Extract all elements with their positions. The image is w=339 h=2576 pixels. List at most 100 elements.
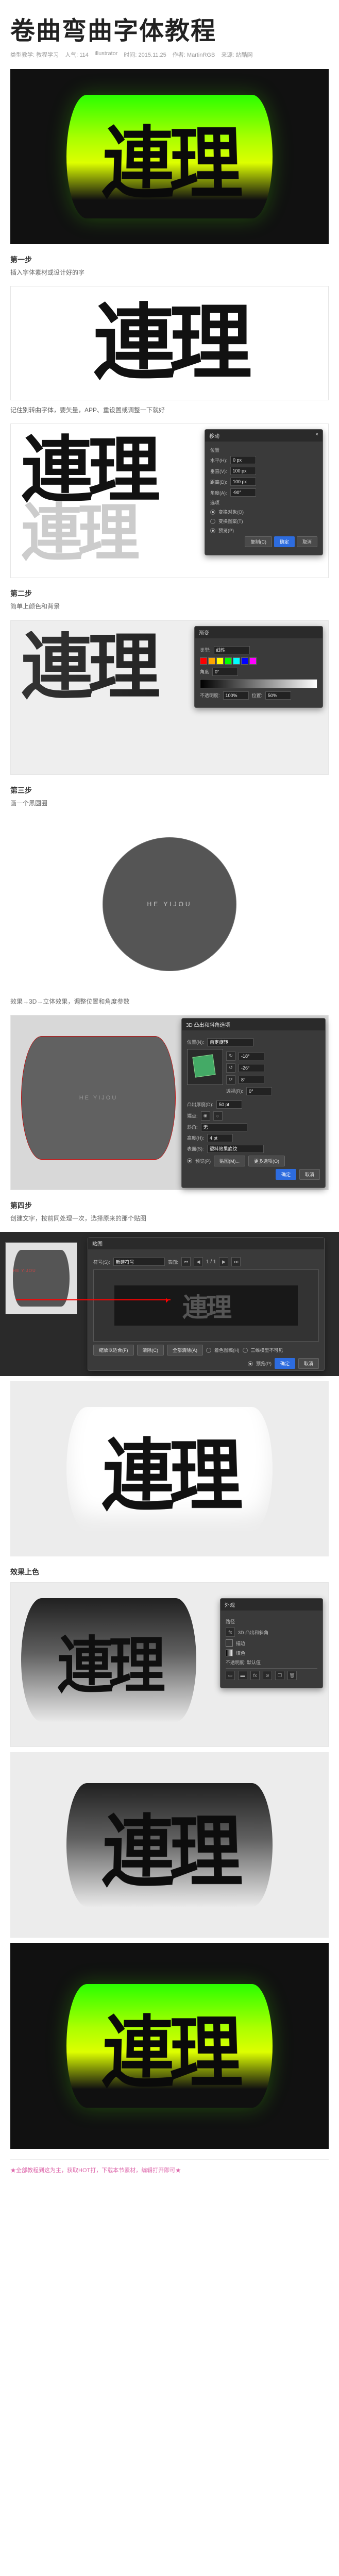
invisible-check[interactable] — [243, 1348, 248, 1353]
clear-appearance-icon[interactable]: ⊘ — [263, 1671, 272, 1680]
map-canvas[interactable]: 連理 — [93, 1269, 319, 1342]
preview-check[interactable] — [210, 528, 215, 533]
angle-input[interactable] — [230, 488, 256, 497]
flat-text-block: 連理 — [10, 286, 329, 400]
appearance-row-stroke[interactable]: 描边 — [226, 1639, 317, 1647]
grad-loc-input[interactable] — [265, 691, 291, 700]
gradient-dialog: 渐变 类型: 角度 — [194, 626, 323, 708]
revolve-dialog: 3D 凸出和斜角选项 位置(N): ↻ ↺ ⟳ 透视(R): — [181, 1018, 326, 1188]
opt1-radio[interactable] — [210, 510, 215, 515]
gradient-dialog-title: 渐变 — [199, 629, 209, 636]
rev-bevel-select[interactable] — [201, 1123, 247, 1131]
more-button[interactable]: 更多选项(O) — [248, 1156, 285, 1166]
swatch-red[interactable] — [200, 657, 207, 665]
y-axis-icon: ↺ — [226, 1063, 235, 1073]
surface-counter: 1 / 1 — [206, 1259, 216, 1265]
appearance-row-opacity[interactable]: 不透明度: 默认值 — [226, 1659, 317, 1666]
appearance-dialog: 外观 路径 fx3D 凸出和斜角 描边 填色 不透明度: 默认值 ▭ ▬ fx … — [220, 1598, 323, 1688]
rev-surface-select[interactable] — [207, 1145, 264, 1153]
map-ok-button[interactable]: 确定 — [275, 1358, 295, 1369]
swatch-green[interactable] — [225, 657, 232, 665]
appearance-row-3d[interactable]: fx3D 凸出和斜角 — [226, 1628, 317, 1637]
step2-desc: 简单上颜色和背景 — [10, 602, 329, 612]
circle-preview: HE YIJOU — [10, 817, 329, 992]
add-stroke-icon[interactable]: ▭ — [226, 1671, 235, 1680]
rev-pos-select[interactable] — [207, 1038, 253, 1046]
page-title: 卷曲弯曲字体教程 — [10, 10, 329, 46]
map-preview-check[interactable] — [248, 1361, 253, 1366]
map-symbol-select[interactable] — [113, 1258, 165, 1266]
step5-label: 效果上色 — [10, 1567, 329, 1577]
h-input[interactable] — [230, 456, 256, 464]
cap-on-icon[interactable]: ◉ — [201, 1111, 210, 1121]
gradient-ramp[interactable] — [200, 679, 317, 688]
note1: 记住别转曲字体，要矢量，APP、重设置或调整一下就好 — [10, 405, 329, 415]
grad-loc-label: 位置: — [252, 692, 263, 699]
cap-off-icon[interactable]: ○ — [213, 1111, 223, 1121]
opt2-radio[interactable] — [210, 519, 215, 524]
ok-button[interactable]: 确定 — [274, 536, 295, 547]
v-input[interactable] — [230, 467, 256, 475]
step1-desc: 插入字体素材或设计好的字 — [10, 268, 329, 278]
step4-desc: 创建文字，按前同处理一次，选择原来的那个贴图 — [10, 1214, 329, 1224]
fill-swatch[interactable] — [226, 1649, 233, 1656]
clear-button[interactable]: 清除(C) — [137, 1345, 164, 1355]
swatch-orange[interactable] — [208, 657, 215, 665]
rev-cancel-button[interactable]: 取消 — [299, 1169, 320, 1180]
map-dialog-title: 贴图 — [92, 1240, 103, 1247]
annotation-arrow — [16, 1299, 171, 1300]
add-fx-icon[interactable]: fx — [250, 1671, 260, 1680]
clear-all-button[interactable]: 全部清除(A) — [167, 1345, 203, 1355]
rev-extrude-input[interactable] — [216, 1100, 242, 1109]
move-screenshot: 連理 連理 移动 × 位置 水平(H): 垂直(V): 距离(D): — [10, 423, 329, 578]
copy-button[interactable]: 复制(C) — [245, 536, 272, 547]
surface-last-icon[interactable]: ⏭ — [231, 1257, 241, 1266]
curved-bw-2: 連理 — [10, 1752, 329, 1938]
swatch-cyan[interactable] — [233, 657, 240, 665]
rev-y-input[interactable] — [239, 1064, 264, 1072]
rev-ok-button[interactable]: 确定 — [276, 1169, 296, 1180]
rotation-cube[interactable] — [187, 1049, 223, 1085]
move-dialog: 移动 × 位置 水平(H): 垂直(V): 距离(D): 角度(A) — [205, 429, 323, 555]
grad-type-label: 类型: — [200, 647, 211, 653]
grad-opacity-input[interactable] — [223, 691, 249, 700]
step2-label: 第二步 — [10, 588, 329, 599]
surface-next-icon[interactable]: ▶ — [219, 1257, 228, 1266]
add-fill-icon[interactable]: ▬ — [238, 1671, 247, 1680]
rev-x-input[interactable] — [239, 1052, 264, 1060]
step3-desc: 画一个黑圆圈 — [10, 799, 329, 808]
meta-bar: 类型教学: 教程学习 人气: 114 illustrator 时间: 2015.… — [10, 50, 329, 59]
duplicate-icon[interactable]: ❐ — [275, 1671, 284, 1680]
appearance-row-path[interactable]: 路径 — [226, 1618, 317, 1625]
curved-bw-1: 連理 — [10, 1381, 329, 1556]
grad-type-select[interactable] — [214, 646, 250, 654]
appearance-row-fill[interactable]: 填色 — [226, 1649, 317, 1656]
map-cancel-button[interactable]: 取消 — [298, 1358, 319, 1369]
grad-angle-input[interactable] — [212, 668, 238, 676]
grad-angle-label: 角度 — [200, 668, 209, 675]
rev-z-input[interactable] — [239, 1076, 264, 1084]
swatch-magenta[interactable] — [249, 657, 257, 665]
dist-input[interactable] — [230, 478, 256, 486]
trash-icon[interactable]: 🗑 — [287, 1671, 297, 1680]
stroke-swatch[interactable] — [226, 1639, 233, 1647]
step4-label: 第四步 — [10, 1200, 329, 1211]
close-icon[interactable]: × — [315, 432, 318, 439]
scale-fit-button[interactable]: 缩放以适合(F) — [93, 1345, 134, 1355]
swatch-yellow[interactable] — [216, 657, 224, 665]
cancel-button[interactable]: 取消 — [297, 536, 317, 547]
dist-label: 距离(D): — [210, 479, 227, 485]
map-button[interactable]: 贴图(M)... — [214, 1156, 245, 1166]
appearance-screenshot: 連理 外观 路径 fx3D 凸出和斜角 描边 填色 不透明度: 默认值 ▭ ▬ … — [10, 1582, 329, 1747]
swatch-blue[interactable] — [241, 657, 248, 665]
surface-prev-icon[interactable]: ◀ — [194, 1257, 203, 1266]
revolve-screenshot: HE YIJOU 3D 凸出和斜角选项 位置(N): ↻ ↺ ⟳ 透视 — [10, 1015, 329, 1190]
surface-first-icon[interactable]: ⏮ — [181, 1257, 191, 1266]
rev-persp-input[interactable] — [246, 1087, 272, 1095]
gradient-screenshot: 連理 渐变 类型: 角度 — [10, 620, 329, 775]
shade-check[interactable] — [206, 1348, 211, 1353]
rev-preview-check[interactable] — [187, 1158, 192, 1163]
circle-shape: HE YIJOU — [103, 837, 236, 971]
mapart-screenshot: HE YIJOU 贴图 符号(S): 表面: ⏮ ◀ 1 / 1 ▶ ⏭ 連理 — [0, 1232, 339, 1376]
rev-height-input[interactable] — [207, 1134, 233, 1142]
